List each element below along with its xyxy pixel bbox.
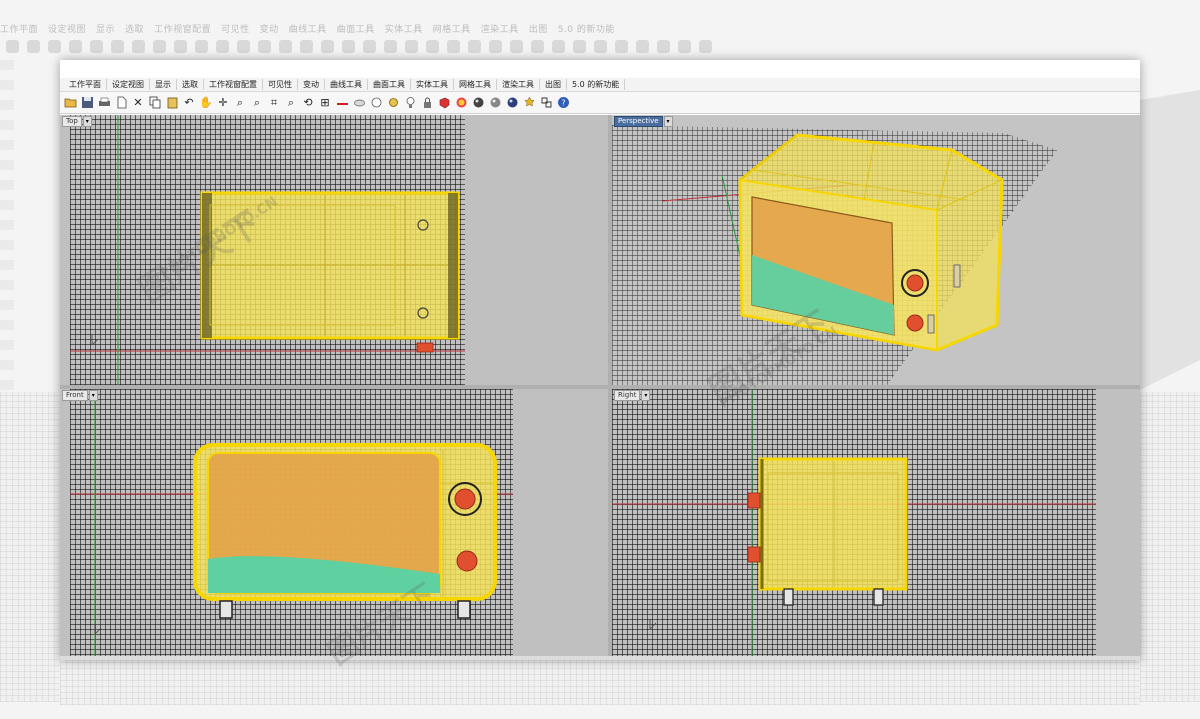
chevron-down-icon[interactable]: ▾ (663, 116, 673, 127)
viewport-tab-strip (60, 656, 1140, 660)
viewport-right[interactable]: Right ▾ (612, 389, 1140, 660)
cut-icon[interactable]: ✕ (130, 95, 146, 111)
menu-tab-mesh-tools[interactable]: 网格工具 (454, 79, 497, 90)
pan-hand-icon[interactable]: ✋ (198, 95, 214, 111)
background-menu-tab: 实体工具 (384, 25, 423, 35)
save-icon[interactable] (79, 95, 95, 111)
viewport-perspective-label[interactable]: Perspective ▾ (614, 116, 673, 127)
viewport-top-name[interactable]: Top (62, 116, 82, 127)
lock-icon[interactable] (419, 95, 435, 111)
viewport-perspective-name[interactable]: Perspective (614, 116, 663, 127)
perspective-view-model (612, 125, 1057, 385)
background-menu-tab: 变动 (259, 25, 279, 35)
background-perspective-grid (1140, 90, 1200, 390)
menu-tab-render-tools[interactable]: 渲染工具 (497, 79, 540, 90)
background-menu-tabs: 工作平面 设定视图 显示 选取 工作视窗配置 可见性 变动 曲线工具 曲面工具 实体工具 网格工具渲… (0, 22, 1200, 36)
background-grid-left (0, 392, 60, 702)
new-file-icon[interactable] (113, 95, 129, 111)
background-menu-tab: 出图 (528, 25, 548, 35)
menu-tab-select[interactable]: 选取 (177, 79, 204, 90)
svg-text:?: ? (561, 99, 565, 108)
help-icon[interactable]: ? (555, 95, 571, 111)
open-file-icon[interactable] (62, 95, 78, 111)
viewport-top-label[interactable]: Top ▾ (62, 116, 92, 127)
viewport-front-label[interactable]: Front ▾ (62, 390, 98, 401)
chevron-down-icon[interactable]: ▾ (88, 390, 98, 401)
viewport-area: Top ▾ Perspective ▾ Front ▾ Right ▾ (60, 115, 1140, 660)
viewport-right-name[interactable]: Right (614, 390, 641, 401)
options-icon[interactable] (538, 95, 554, 111)
background-toolbar (0, 40, 726, 60)
right-view-model (612, 389, 1096, 660)
menu-tab-transform[interactable]: 变动 (298, 79, 325, 90)
zoom-icon[interactable]: ⌕ (232, 95, 248, 111)
menu-tab-cplane[interactable]: 工作平面 (64, 79, 107, 90)
background-menu-tab: 选取 (125, 25, 145, 35)
background-menu-tab: 工作平面 (0, 25, 39, 35)
print-icon[interactable] (96, 95, 112, 111)
background-menu-tab: 曲线工具 (288, 25, 327, 35)
move-icon[interactable]: ✛ (215, 95, 231, 111)
snap-icon[interactable] (385, 95, 401, 111)
background-menu-tab: 可见性 (221, 25, 250, 35)
show-icon[interactable] (368, 95, 384, 111)
menu-tab-display[interactable]: 显示 (150, 79, 177, 90)
viewport-right-label[interactable]: Right ▾ (614, 390, 651, 401)
material-icon[interactable] (470, 95, 486, 111)
viewport-top[interactable]: Top ▾ (60, 115, 608, 385)
paste-icon[interactable] (164, 95, 180, 111)
menu-tab-solid-tools[interactable]: 实体工具 (411, 79, 454, 90)
menu-tab-surface-tools[interactable]: 曲面工具 (368, 79, 411, 90)
background-menu-tab: 显示 (96, 25, 116, 35)
rendered-icon[interactable] (453, 95, 469, 111)
standard-toolbar: ✕ ↶ ✋ ✛ ⌕ ⌕ ⌗ ⌕ ⟲ ⊞ ? (60, 92, 1140, 114)
menu-tab-set-view[interactable]: 设定视图 (107, 79, 150, 90)
render-icon[interactable] (504, 95, 520, 111)
menu-tab-bar: 工作平面 设定视图 显示 选取 工作视窗配置 可见性 变动 曲线工具 曲面工具 … (60, 78, 1140, 92)
background-menu-tab: 渲染工具 (480, 25, 519, 35)
zoom-selected-icon[interactable]: ⌕ (283, 95, 299, 111)
copy-icon[interactable] (147, 95, 163, 111)
menu-tab-new-in-v5[interactable]: 5.0 的新功能 (567, 79, 626, 90)
menu-tab-curve-tools[interactable]: 曲线工具 (325, 79, 368, 90)
settings-icon[interactable] (521, 95, 537, 111)
viewport-front[interactable]: Front ▾ (60, 389, 608, 660)
undo-icon[interactable]: ↶ (181, 95, 197, 111)
cplane-icon[interactable] (334, 95, 350, 111)
background-menu-tab: 设定视图 (48, 25, 87, 35)
viewport-front-name[interactable]: Front (62, 390, 88, 401)
background-menu-tab: 网格工具 (432, 25, 471, 35)
background-menu-tab: 工作视窗配置 (154, 25, 212, 35)
title-bar (60, 60, 1140, 78)
background-grid-right (1140, 392, 1200, 702)
hide-icon[interactable] (351, 95, 367, 111)
rhino-window: 工作平面 设定视图 显示 选取 工作视窗配置 可见性 变动 曲线工具 曲面工具 … (60, 60, 1140, 672)
light-bulb-icon[interactable] (402, 95, 418, 111)
viewport-perspective[interactable]: Perspective ▾ (612, 115, 1140, 385)
chevron-down-icon[interactable]: ▾ (641, 390, 651, 401)
rotate-view-icon[interactable]: ⟲ (300, 95, 316, 111)
background-grid-bottom (60, 660, 1140, 705)
menu-tab-visibility[interactable]: 可见性 (263, 79, 298, 90)
top-view-model (70, 115, 465, 385)
front-view-model (70, 389, 513, 660)
background-menu-tab: 5.0 的新功能 (557, 25, 615, 35)
chevron-down-icon[interactable]: ▾ (82, 116, 92, 127)
four-viewports-icon[interactable]: ⊞ (317, 95, 333, 111)
menu-tab-viewport-layout[interactable]: 工作视窗配置 (204, 79, 263, 90)
zoom-window-icon[interactable]: ⌕ (249, 95, 265, 111)
zoom-extents-icon[interactable]: ⌗ (266, 95, 282, 111)
background-menu-tab: 曲面工具 (336, 25, 375, 35)
menu-tab-drafting[interactable]: 出图 (540, 79, 567, 90)
sphere-icon[interactable] (487, 95, 503, 111)
shaded-icon[interactable] (436, 95, 452, 111)
